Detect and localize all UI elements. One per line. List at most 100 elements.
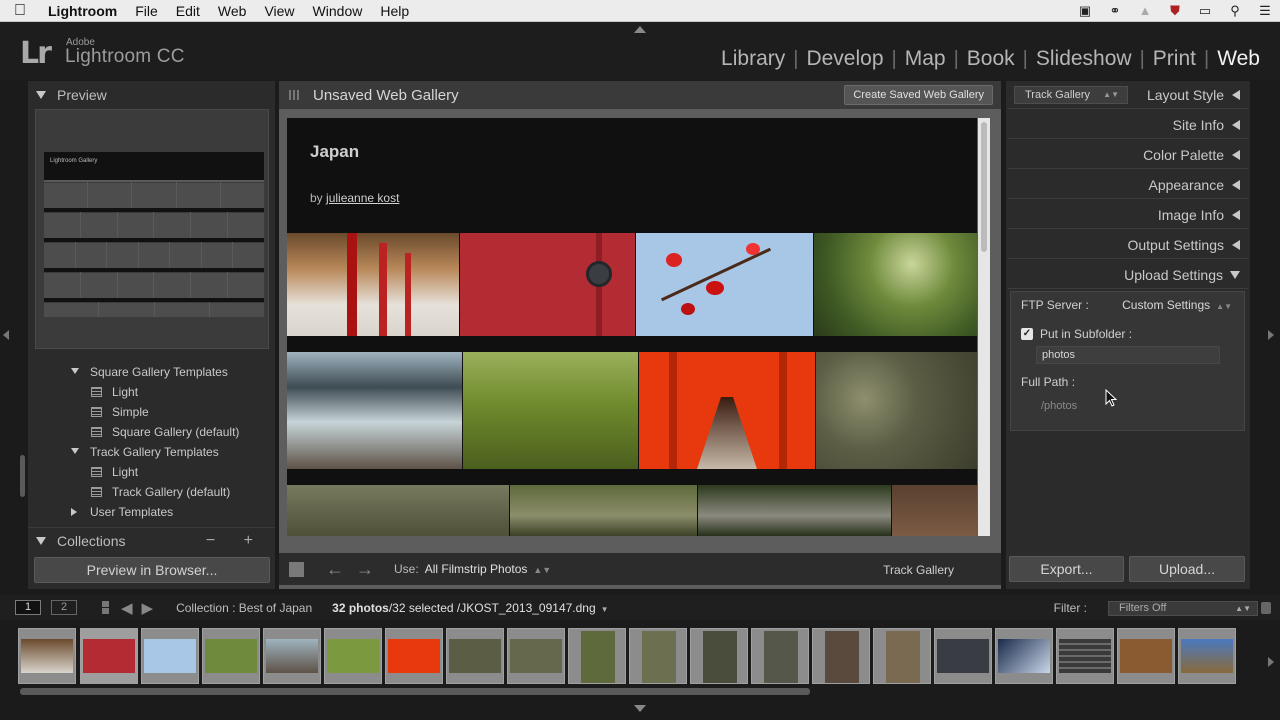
gallery-photo[interactable] xyxy=(636,233,813,336)
search-icon[interactable]: ⚲ xyxy=(1226,4,1244,18)
preview-panel-header[interactable]: Preview xyxy=(28,81,275,109)
filter-lock-icon[interactable] xyxy=(1261,602,1271,614)
display-icon[interactable]: ▭ xyxy=(1196,4,1214,18)
subfolder-input[interactable]: photos xyxy=(1036,346,1220,364)
tree-item-light[interactable]: Light xyxy=(28,382,275,402)
filmstrip-thumbnail[interactable] xyxy=(1056,628,1114,684)
section-output-settings[interactable]: Output Settings xyxy=(1008,231,1248,259)
tree-item-track-default[interactable]: Track Gallery (default) xyxy=(28,482,275,502)
right-panel-toggle-icon[interactable] xyxy=(1268,330,1274,340)
filmstrip-thumbnail[interactable] xyxy=(568,628,626,684)
gallery-photo[interactable] xyxy=(816,352,977,469)
collections-add-remove-icon[interactable]: − + xyxy=(206,532,265,550)
gallery-scroll-thumb[interactable] xyxy=(981,122,987,252)
module-book[interactable]: Book xyxy=(959,47,1023,71)
gallery-photo[interactable] xyxy=(639,352,815,469)
filmstrip-thumbnail[interactable] xyxy=(202,628,260,684)
stop-square-icon[interactable] xyxy=(289,561,304,577)
filmstrip-thumbnail[interactable] xyxy=(324,628,382,684)
menu-file[interactable]: File xyxy=(126,3,167,19)
nav-arrows-icon[interactable]: ←→ xyxy=(326,559,386,580)
filmstrip-thumbnail[interactable] xyxy=(812,628,870,684)
gallery-photo[interactable] xyxy=(287,352,462,469)
menu-window[interactable]: Window xyxy=(304,3,372,19)
export-button[interactable]: Export... xyxy=(1009,556,1124,582)
filmstrip-thumbnail[interactable] xyxy=(934,628,992,684)
filmstrip-thumbnail[interactable] xyxy=(18,628,76,684)
gallery-photo[interactable] xyxy=(510,485,697,536)
shield-icon[interactable]: ⛊ xyxy=(1166,4,1184,18)
section-upload-settings[interactable]: Upload Settings xyxy=(1008,261,1248,289)
section-site-info[interactable]: Site Info xyxy=(1008,111,1248,139)
subfolder-checkbox[interactable]: ✓ xyxy=(1021,328,1033,340)
filter-select[interactable]: Filters Off ▲▼ xyxy=(1108,601,1258,616)
upload-icon[interactable]: ▲ xyxy=(1136,4,1154,18)
tree-folder-track-gallery[interactable]: Track Gallery Templates xyxy=(28,442,275,462)
section-image-info[interactable]: Image Info xyxy=(1008,201,1248,229)
gallery-photo[interactable] xyxy=(698,485,891,536)
filmstrip-thumbnail[interactable] xyxy=(690,628,748,684)
preview-in-browser-button[interactable]: Preview in Browser... xyxy=(34,557,270,583)
filmstrip-collection[interactable]: Collection : Best of Japan xyxy=(176,601,312,615)
filmstrip-thumbnail[interactable] xyxy=(80,628,138,684)
left-panel-scrollbar[interactable] xyxy=(20,455,25,497)
gallery-photo[interactable] xyxy=(287,485,509,536)
ftp-server-select[interactable]: Custom Settings ▲▼ xyxy=(1122,298,1232,312)
create-saved-gallery-button[interactable]: Create Saved Web Gallery xyxy=(844,85,993,105)
collapse-bottom-arrow-icon[interactable] xyxy=(634,705,646,712)
filmstrip-thumbnail[interactable] xyxy=(141,628,199,684)
module-library[interactable]: Library xyxy=(713,47,793,71)
filmstrip-scrollbar[interactable] xyxy=(20,688,810,695)
filmstrip-thumbnail[interactable] xyxy=(385,628,443,684)
left-panel-toggle-icon[interactable] xyxy=(3,330,9,340)
filmstrip-thumbnail[interactable] xyxy=(1178,628,1236,684)
module-web[interactable]: Web xyxy=(1209,47,1268,71)
filmstrip-thumbnail[interactable] xyxy=(507,628,565,684)
filmstrip-thumbnail[interactable] xyxy=(1117,628,1175,684)
menu-help[interactable]: Help xyxy=(371,3,418,19)
disclosure-down-icon[interactable] xyxy=(71,368,79,374)
filmstrip-thumbnail[interactable] xyxy=(873,628,931,684)
gallery-photo[interactable] xyxy=(463,352,638,469)
grid-view-icon[interactable] xyxy=(96,601,109,614)
gallery-photo[interactable] xyxy=(892,485,977,536)
gallery-author-link[interactable]: julieanne kost xyxy=(326,191,399,205)
tree-folder-square-gallery[interactable]: Square Gallery Templates xyxy=(28,362,275,382)
disclosure-down-icon[interactable] xyxy=(71,448,79,454)
upload-button[interactable]: Upload... xyxy=(1129,556,1245,582)
gallery-photo[interactable] xyxy=(460,233,635,336)
use-source-select[interactable]: All Filmstrip Photos ▲▼ xyxy=(425,562,552,576)
module-slideshow[interactable]: Slideshow xyxy=(1028,47,1140,71)
gallery-style-select[interactable]: Track Gallery ▲▼ xyxy=(1014,86,1128,104)
filmstrip-thumbnail[interactable] xyxy=(446,628,504,684)
collections-panel-header[interactable]: Collections − + xyxy=(28,527,275,553)
creative-cloud-icon[interactable]: ⚭ xyxy=(1106,4,1124,18)
module-map[interactable]: Map xyxy=(897,47,954,71)
secondary-window-button[interactable]: 2 xyxy=(51,600,77,615)
gallery-scrollbar[interactable] xyxy=(978,118,990,536)
list-icon[interactable]: ☰ xyxy=(1256,4,1274,18)
filmstrip-thumbnail[interactable] xyxy=(629,628,687,684)
primary-window-button[interactable]: 1 xyxy=(15,600,41,615)
gallery-photo[interactable] xyxy=(287,233,459,336)
filmstrip-nav-arrows-icon[interactable]: ◀▶ xyxy=(121,599,162,617)
apple-icon[interactable]:  xyxy=(0,2,40,20)
tree-folder-user-templates[interactable]: User Templates xyxy=(28,502,275,522)
collapse-top-arrow-icon[interactable] xyxy=(634,26,646,33)
module-print[interactable]: Print xyxy=(1145,47,1204,71)
tree-item-track-light[interactable]: Light xyxy=(28,462,275,482)
gallery-photo[interactable] xyxy=(814,233,977,336)
section-layout-style[interactable]: Track Gallery ▲▼ Layout Style xyxy=(1008,81,1248,109)
menu-app-name[interactable]: Lightroom xyxy=(40,3,126,19)
section-color-palette[interactable]: Color Palette xyxy=(1008,141,1248,169)
camera-icon[interactable]: ▣ xyxy=(1076,4,1094,18)
tree-item-simple[interactable]: Simple xyxy=(28,402,275,422)
filmstrip-thumbnail[interactable] xyxy=(751,628,809,684)
filmstrip-thumbnail[interactable] xyxy=(263,628,321,684)
tree-item-square-default[interactable]: Square Gallery (default) xyxy=(28,422,275,442)
menu-web[interactable]: Web xyxy=(209,3,256,19)
section-appearance[interactable]: Appearance xyxy=(1008,171,1248,199)
filmstrip-count[interactable]: 32 photos/32 selected /JKOST_2013_09147.… xyxy=(332,601,608,615)
disclosure-right-icon[interactable] xyxy=(71,508,77,516)
menu-edit[interactable]: Edit xyxy=(167,3,209,19)
